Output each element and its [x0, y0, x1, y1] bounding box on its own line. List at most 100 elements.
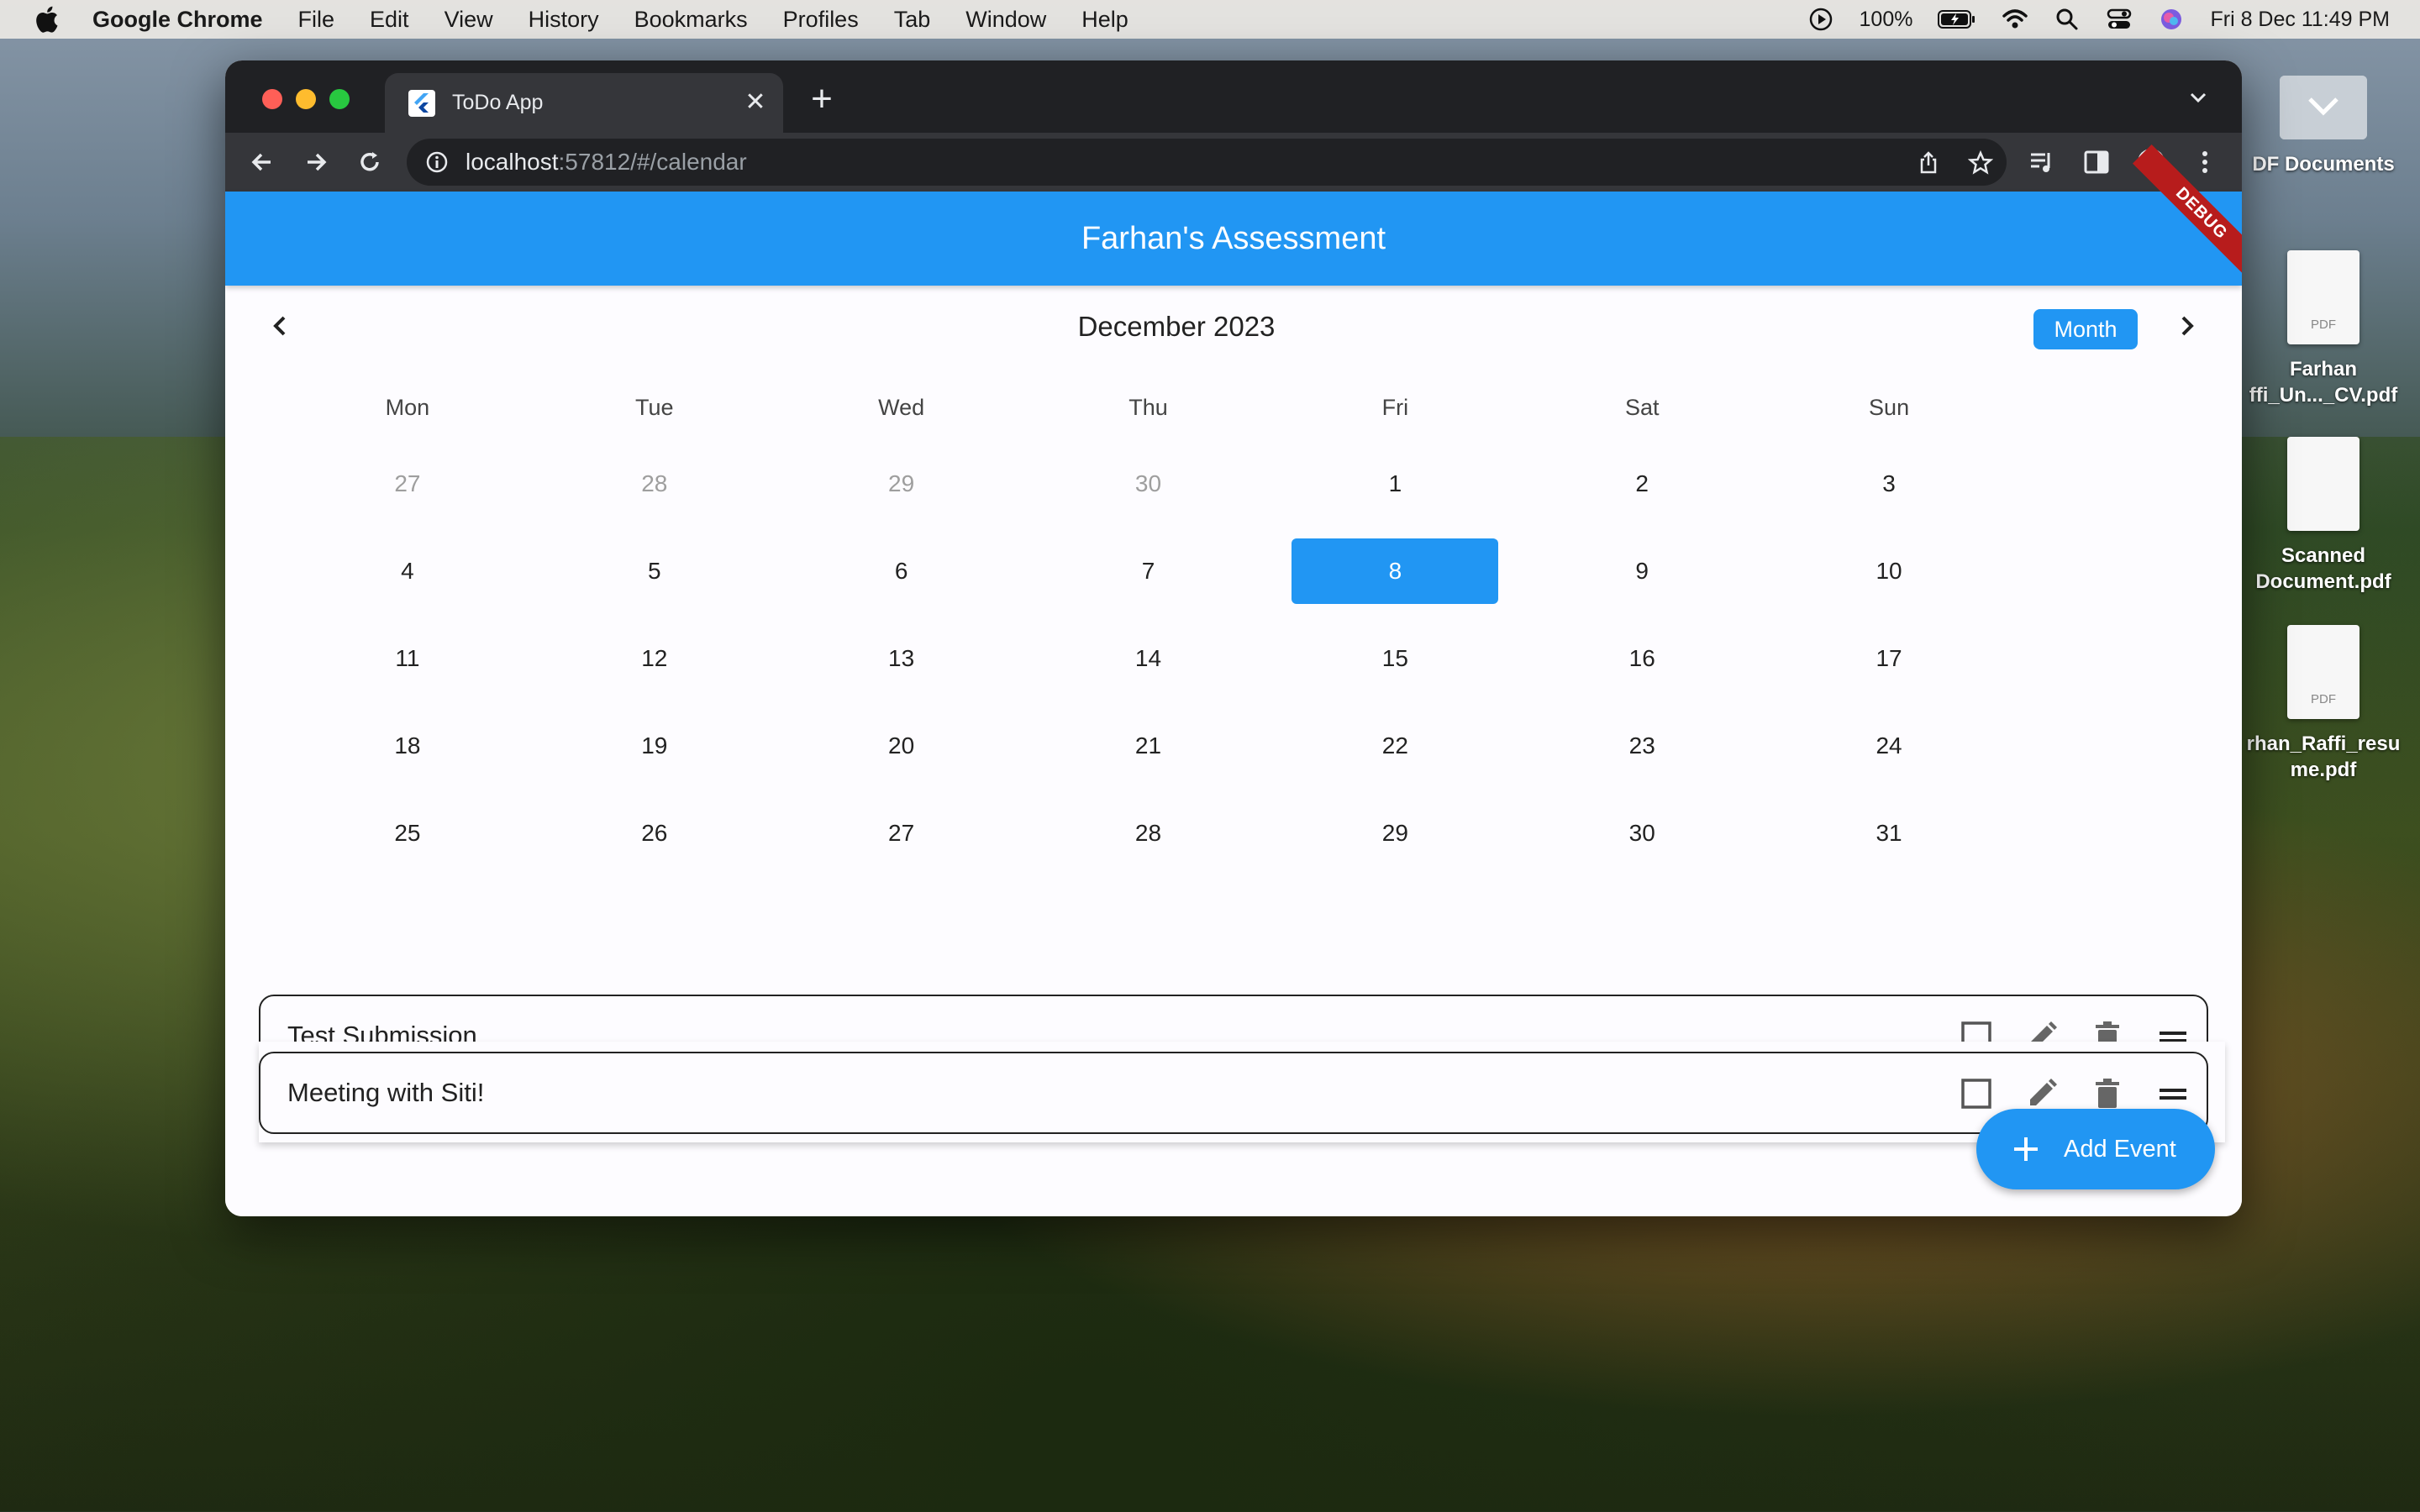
tab-todo-app[interactable]: ToDo App ✕ [385, 73, 783, 133]
menu-edit[interactable]: Edit [370, 7, 409, 33]
side-panel-icon[interactable] [2081, 147, 2112, 177]
calendar-day-cell[interactable]: 9 [1539, 538, 1745, 604]
forward-arrow-icon[interactable] [301, 147, 331, 177]
weekday-label: Tue [635, 395, 674, 420]
menu-view[interactable]: View [445, 7, 493, 33]
site-info-icon[interactable] [425, 150, 449, 174]
control-center-icon[interactable] [2106, 6, 2133, 33]
format-toggle-button[interactable]: Month [2033, 309, 2138, 349]
menubar-clock[interactable]: Fri 8 Dec 11:49 PM [2210, 8, 2390, 32]
battery-icon[interactable] [1938, 9, 1976, 29]
apple-logo-icon[interactable] [34, 5, 59, 34]
calendar-day-cell[interactable]: 19 [551, 713, 758, 779]
calendar-day-cell[interactable]: 29 [1292, 801, 1498, 866]
calendar-day-cell[interactable]: 21 [1045, 713, 1252, 779]
calendar-day-cell[interactable]: 1 [1292, 451, 1498, 517]
pdf-file-icon: PDF [2287, 625, 2360, 719]
menu-help[interactable]: Help [1081, 7, 1128, 33]
desktop-folder-pdf-documents[interactable]: DF Documents [2227, 76, 2420, 177]
calendar-day-cell[interactable]: 29 [798, 451, 1005, 517]
event-item-dragging[interactable]: Meeting with Siti! [259, 1052, 2208, 1134]
calendar-day-cell[interactable]: 16 [1539, 626, 1745, 691]
new-tab-button[interactable]: + [805, 79, 839, 119]
tab-strip: ToDo App ✕ + [225, 60, 2242, 133]
chrome-menu-kebab-icon[interactable] [2190, 147, 2220, 177]
calendar-day-cell[interactable]: 27 [798, 801, 1005, 866]
calendar-day-cell[interactable]: 15 [1292, 626, 1498, 691]
calendar-month-title: December 2023 [1077, 311, 1276, 342]
folder-icon [2280, 76, 2367, 139]
calendar-day-cell[interactable]: 3 [1786, 451, 1992, 517]
calendar-day-cell[interactable]: 18 [304, 713, 511, 779]
wifi-icon[interactable] [2002, 6, 2028, 33]
edit-pencil-icon[interactable] [2025, 1077, 2059, 1110]
reload-icon[interactable] [355, 147, 385, 177]
calendar-day-cell[interactable]: 31 [1786, 801, 1992, 866]
desktop-file-cv[interactable]: PDF Farhan ffi_Un..._CV.pdf [2227, 250, 2420, 408]
desktop-file-resume[interactable]: PDF rhan_Raffi_resu me.pdf [2227, 625, 2420, 783]
calendar-day-cell[interactable]: 27 [304, 451, 511, 517]
minimize-window-button[interactable] [296, 89, 316, 109]
desktop-file-scanned[interactable]: Scanned Document.pdf [2227, 437, 2420, 595]
plus-icon [2014, 1137, 2038, 1161]
close-window-button[interactable] [262, 89, 282, 109]
delete-trash-icon[interactable] [2091, 1077, 2124, 1110]
share-icon[interactable] [1916, 150, 1941, 176]
calendar-day-cell[interactable]: 26 [551, 801, 758, 866]
macos-menubar: Google Chrome File Edit View History Boo… [0, 0, 2420, 39]
calendar-day-cell[interactable]: 17 [1786, 626, 1992, 691]
chevron-right-icon[interactable] [2170, 309, 2203, 343]
calendar-day-cell[interactable]: 2 [1539, 451, 1745, 517]
menu-profiles[interactable]: Profiles [783, 7, 859, 33]
media-control-icon[interactable] [2027, 147, 2057, 177]
spotlight-search-icon[interactable] [2054, 6, 2081, 33]
calendar-day-cell[interactable]: 11 [304, 626, 511, 691]
calendar-day-cell[interactable]: 28 [551, 451, 758, 517]
url-host: localhost [466, 149, 559, 175]
address-bar[interactable]: localhost:57812/#/calendar [407, 139, 2007, 186]
menu-file[interactable]: File [298, 7, 335, 33]
menu-bookmarks[interactable]: Bookmarks [634, 7, 748, 33]
calendar-week-row: 25 26 27 28 29 30 31 [284, 790, 2012, 877]
bookmark-star-icon[interactable] [1968, 150, 1993, 176]
calendar-day-cell[interactable]: 30 [1045, 451, 1252, 517]
pdf-file-icon [2287, 437, 2360, 531]
calendar-day-cell[interactable]: 30 [1539, 801, 1745, 866]
tab-search-chevron-icon[interactable] [2183, 82, 2213, 113]
close-tab-icon[interactable]: ✕ [743, 90, 768, 115]
add-event-label: Add Event [2064, 1135, 2176, 1163]
checkbox-icon[interactable] [1960, 1077, 1993, 1110]
calendar-day-cell[interactable]: 23 [1539, 713, 1745, 779]
menu-tab[interactable]: Tab [894, 7, 931, 33]
chrome-window: ToDo App ✕ + localhost:57812/#/calendar [225, 60, 2242, 1216]
calendar-day-cell[interactable]: 28 [1045, 801, 1252, 866]
calendar-day-cell[interactable]: 7 [1045, 538, 1252, 604]
pdf-file-icon: PDF [2287, 250, 2360, 344]
calendar-day-selected[interactable]: 8 [1292, 538, 1499, 604]
calendar-day-cell[interactable]: 12 [551, 626, 758, 691]
calendar-day-cell[interactable]: 6 [798, 538, 1005, 604]
calendar-week-row: 4 5 6 7 8 9 10 [284, 528, 2012, 615]
calendar-day-cell[interactable]: 20 [798, 713, 1005, 779]
now-playing-icon[interactable] [1807, 6, 1834, 33]
flutter-app: Farhan's Assessment DEBUG December 2023 … [225, 144, 2242, 1216]
calendar-day-cell[interactable]: 24 [1786, 713, 1992, 779]
calendar-day-cell[interactable]: 4 [304, 538, 511, 604]
add-event-button[interactable]: Add Event [1976, 1109, 2215, 1189]
siri-icon[interactable] [2158, 6, 2185, 33]
menu-history[interactable]: History [529, 7, 599, 33]
calendar-day-cell[interactable]: 13 [798, 626, 1005, 691]
drag-handle-icon[interactable] [2156, 1077, 2190, 1110]
zoom-window-button[interactable] [329, 89, 350, 109]
calendar-day-cell[interactable]: 14 [1045, 626, 1252, 691]
calendar-day-cell[interactable]: 5 [551, 538, 758, 604]
calendar-week-row: 27 28 29 30 1 2 3 [284, 440, 2012, 528]
calendar-day-cell[interactable]: 25 [304, 801, 511, 866]
calendar-day-cell[interactable]: 22 [1292, 713, 1498, 779]
calendar-week-row: 18 19 20 21 22 23 24 [284, 702, 2012, 790]
back-arrow-icon[interactable] [247, 147, 277, 177]
menu-window[interactable]: Window [965, 7, 1046, 33]
menu-app-name[interactable]: Google Chrome [92, 7, 263, 33]
calendar-day-cell[interactable]: 10 [1786, 538, 1992, 604]
desktop-item-label: DF Documents [2252, 153, 2395, 176]
